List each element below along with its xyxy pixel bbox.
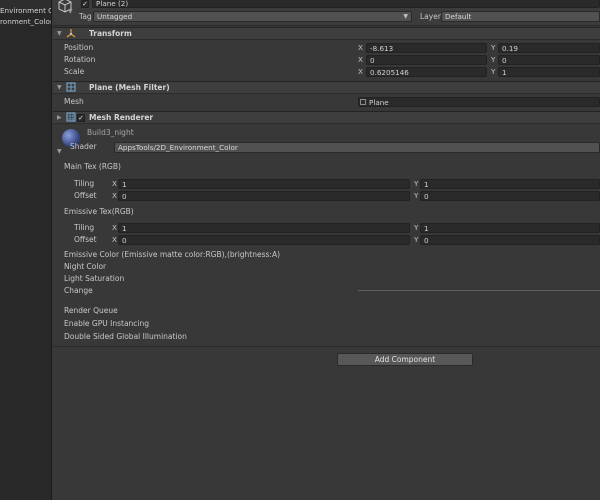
rotation-x-field[interactable]: 0: [366, 55, 487, 65]
scale-y-field[interactable]: 1: [498, 67, 600, 77]
axis-y-label: Y: [491, 43, 496, 52]
axis-x-label: X: [358, 67, 363, 76]
foldout-arrow-icon[interactable]: ▼: [57, 148, 62, 155]
tag-value: Untagged: [97, 12, 133, 21]
rotation-label: Rotation: [64, 55, 96, 64]
axis-y-label: Y: [491, 55, 496, 64]
emissive-tex-tiling-y-field[interactable]: 1: [420, 223, 600, 233]
foldout-arrow-icon[interactable]: ▼: [57, 30, 62, 37]
emissive-tex-offset-label: Offset: [74, 235, 97, 244]
shader-dropdown[interactable]: AppsTools/2D_Environment_Color: [114, 142, 600, 153]
layer-dropdown[interactable]: Default: [441, 11, 600, 22]
axis-y-label: Y: [491, 67, 496, 76]
axis-x-label: X: [358, 55, 363, 64]
transform-header[interactable]: [53, 27, 600, 40]
hierarchy-item[interactable]: Environment Co: [0, 6, 51, 16]
renderer-enabled-checkbox[interactable]: ✓: [77, 114, 85, 122]
main-tex-label: Main Tex (RGB): [64, 162, 121, 171]
axis-y-label: Y: [414, 179, 419, 188]
main-tex-tiling-label: Tiling: [74, 179, 95, 188]
active-checkbox[interactable]: ✓: [81, 0, 89, 8]
mesh-filter-icon: [66, 82, 76, 92]
render-queue-label: Render Queue: [64, 306, 118, 315]
shader-label: Shader: [70, 142, 97, 151]
mesh-renderer-title: Mesh Renderer: [89, 113, 154, 122]
tag-label: Tag: [79, 12, 92, 21]
change-label: Change: [64, 286, 93, 295]
axis-x-label: X: [112, 223, 117, 232]
emissive-tex-label: Emissive Tex(RGB): [64, 207, 134, 216]
transform-icon: [66, 28, 76, 38]
scale-x-field[interactable]: 0.6205146: [366, 67, 487, 77]
main-tex-offset-label: Offset: [74, 191, 97, 200]
axis-x-label: X: [112, 191, 117, 200]
layer-label: Layer: [420, 12, 441, 21]
foldout-arrow-icon[interactable]: ▼: [57, 84, 62, 91]
axis-x-label: X: [358, 43, 363, 52]
mesh-value: Plane: [369, 98, 389, 107]
mesh-label: Mesh: [64, 97, 84, 106]
dropdown-arrow-icon[interactable]: ▼: [68, 8, 73, 15]
emissive-tex-tiling-x-field[interactable]: 1: [118, 223, 410, 233]
mesh-renderer-icon: [66, 112, 76, 122]
position-x-field[interactable]: -8.613: [366, 43, 487, 53]
axis-y-label: Y: [414, 191, 419, 200]
section-divider: [53, 346, 600, 347]
shader-value: AppsTools/2D_Environment_Color: [118, 143, 238, 152]
axis-x-label: X: [112, 179, 117, 188]
hierarchy-item[interactable]: ronment_Color: [0, 17, 51, 27]
emissive-color-label: Emissive Color (Emissive matte color:RGB…: [64, 250, 281, 259]
foldout-arrow-icon[interactable]: ▶: [57, 114, 62, 121]
rotation-y-field[interactable]: 0: [498, 55, 600, 65]
mesh-asset-icon: [360, 99, 366, 105]
layer-value: Default: [445, 12, 472, 21]
main-tex-tiling-x-field[interactable]: 1: [118, 179, 410, 189]
object-name-field[interactable]: Plane (2): [92, 0, 600, 8]
gpu-instancing-label: Enable GPU Instancing: [64, 319, 150, 328]
add-component-button[interactable]: Add Component: [337, 353, 473, 366]
night-color-label: Night Color: [64, 262, 107, 271]
mesh-field[interactable]: Plane: [358, 97, 600, 107]
main-tex-offset-x-field[interactable]: 0: [118, 191, 410, 201]
hierarchy-panel: Environment Co ronment_Color: [0, 0, 52, 500]
tag-dropdown[interactable]: Untagged ▼: [93, 11, 412, 22]
position-y-field[interactable]: 0.19: [498, 43, 600, 53]
emissive-tex-offset-y-field[interactable]: 0: [420, 235, 600, 245]
double-sided-gi-label: Double Sided Global Illumination: [64, 332, 187, 341]
material-name: Build3_night: [87, 128, 134, 137]
position-label: Position: [64, 43, 94, 52]
axis-y-label: Y: [414, 235, 419, 244]
mesh-filter-title: Plane (Mesh Filter): [89, 83, 170, 92]
light-saturation-label: Light Saturation: [64, 274, 125, 283]
scale-label: Scale: [64, 67, 85, 76]
main-tex-tiling-y-field[interactable]: 1: [420, 179, 600, 189]
axis-y-label: Y: [414, 223, 419, 232]
axis-x-label: X: [112, 235, 117, 244]
emissive-tex-offset-x-field[interactable]: 0: [118, 235, 410, 245]
main-tex-offset-y-field[interactable]: 0: [420, 191, 600, 201]
emissive-tex-tiling-label: Tiling: [74, 223, 95, 232]
chevron-down-icon: ▼: [403, 13, 408, 20]
transform-title: Transform: [89, 29, 132, 38]
change-slider-track[interactable]: [358, 290, 600, 291]
